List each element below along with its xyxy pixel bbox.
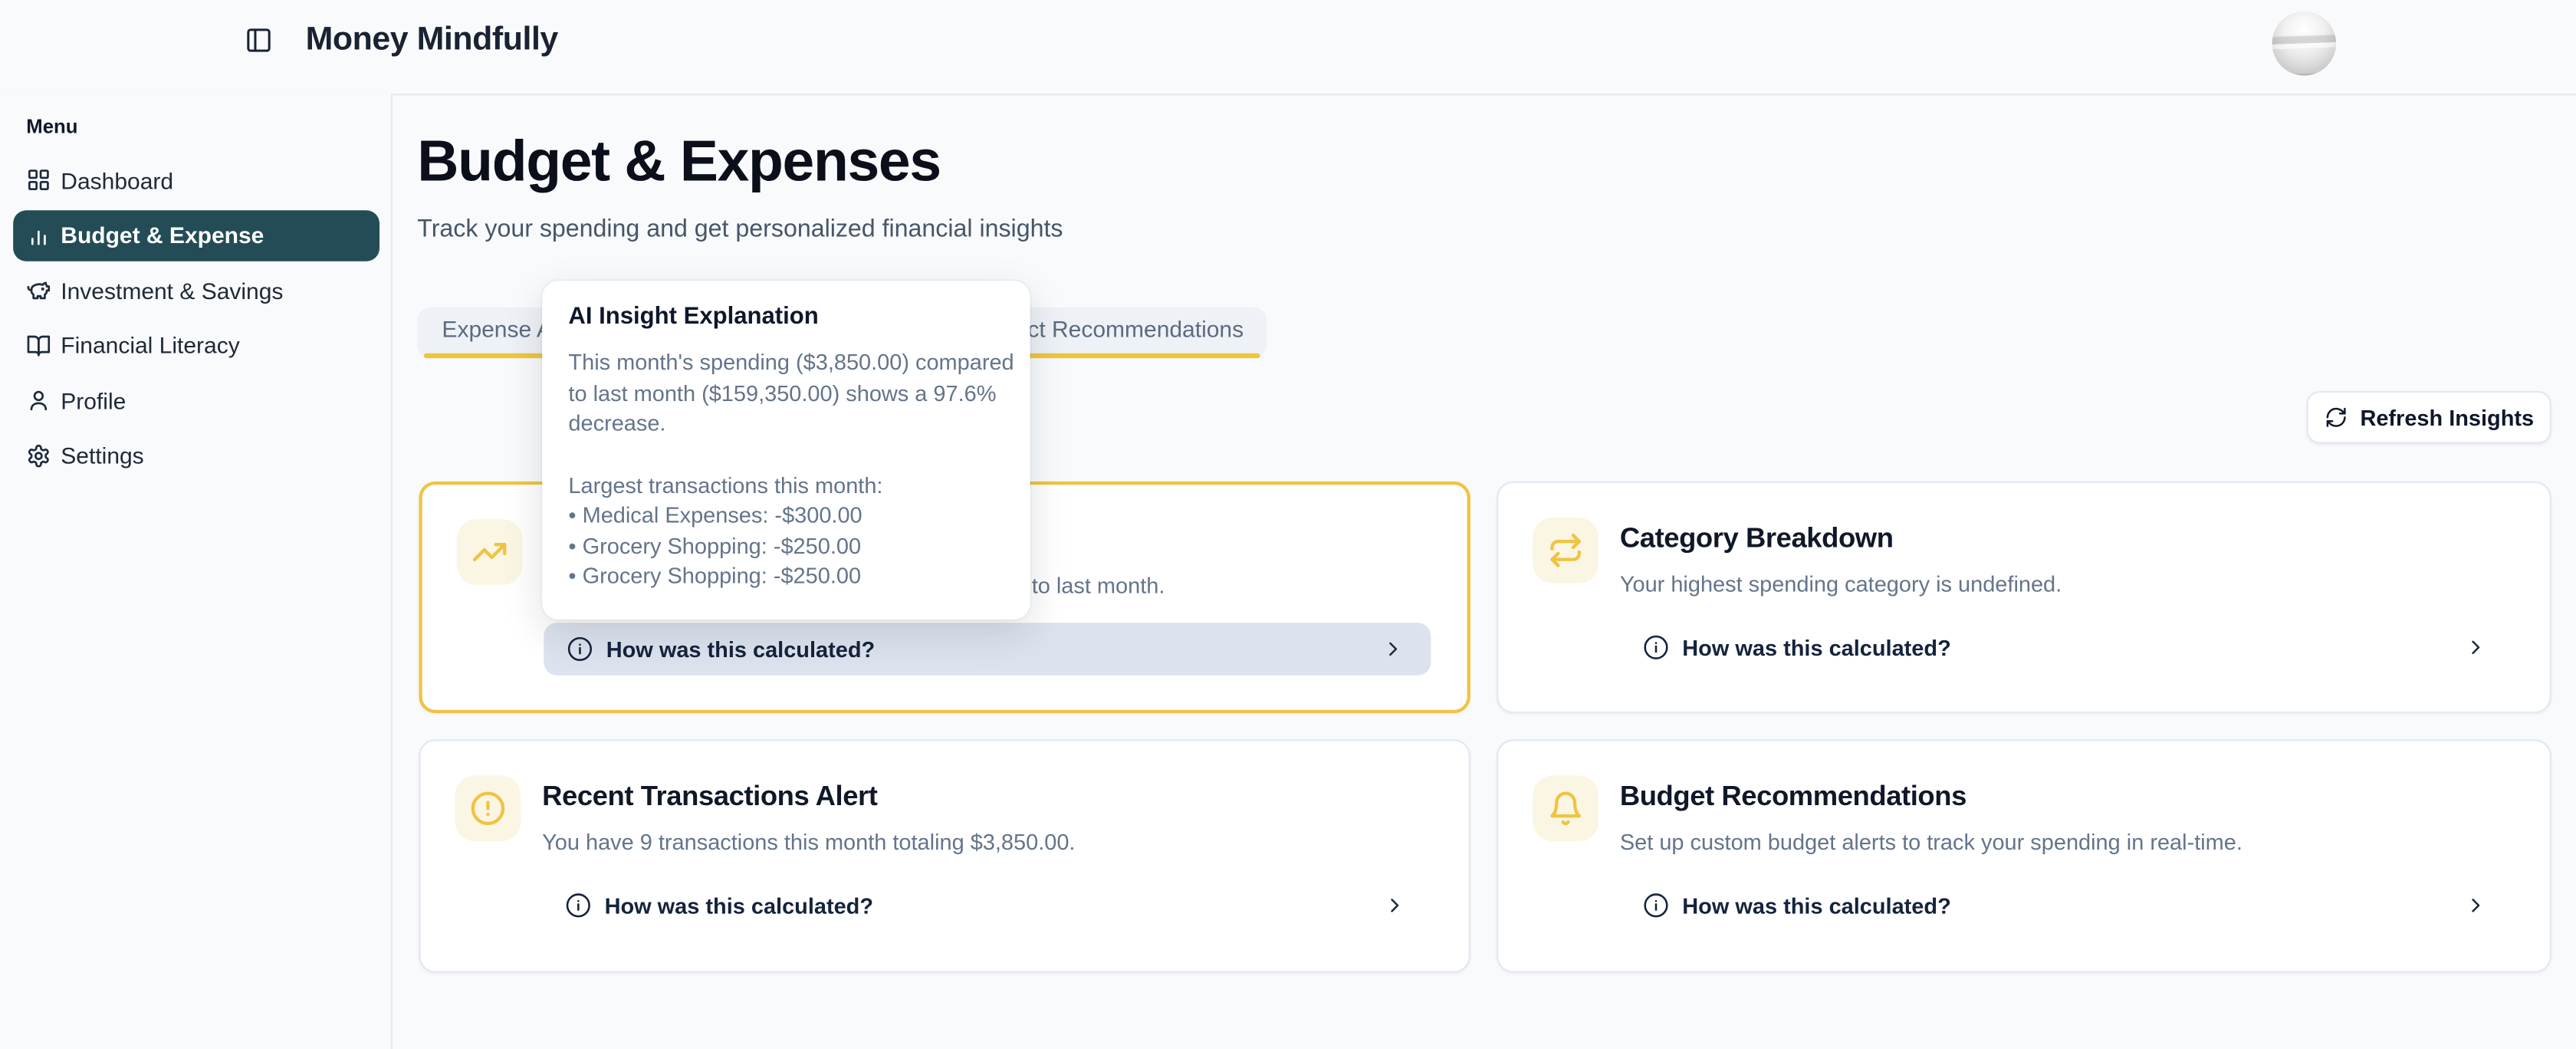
- bell-icon: [1548, 791, 1584, 827]
- ai-insight-popover: AI Insight Explanation This month's spen…: [542, 281, 1030, 619]
- how-calculated-button[interactable]: How was this calculated?: [1620, 879, 2514, 932]
- alert-circle-icon: [470, 791, 506, 827]
- how-calculated-label: How was this calculated?: [1682, 893, 1950, 918]
- sidebar-item-settings[interactable]: Settings: [13, 429, 380, 480]
- sidebar-item-label: Dashboard: [61, 167, 173, 193]
- popover-transaction-item: • Grocery Shopping: -$250.00: [568, 562, 1004, 593]
- sidebar-item-dashboard[interactable]: Dashboard: [13, 154, 380, 205]
- icon-box: [1533, 518, 1598, 584]
- card-description: Set up custom budget alerts to track you…: [1620, 830, 2242, 854]
- layout-grid-icon: [26, 168, 51, 192]
- card-description: You have 9 transactions this month total…: [542, 830, 1075, 854]
- sidebar: Menu Dashboard Budget & Expense Investme…: [0, 94, 393, 1049]
- card-description-fragment: to last month.: [1032, 574, 1165, 598]
- how-calculated-label: How was this calculated?: [606, 636, 875, 661]
- bar-chart-icon: [26, 222, 51, 247]
- trending-up-icon: [472, 534, 508, 570]
- sidebar-item-label: Settings: [61, 442, 143, 468]
- page-subtitle: Track your spending and get personalized…: [417, 215, 1063, 243]
- popover-transaction-item: • Grocery Shopping: -$250.00: [568, 531, 1004, 562]
- icon-box: [457, 519, 523, 585]
- insight-card-budget-recommendations: Budget Recommendations Set up custom bud…: [1497, 739, 2551, 972]
- sidebar-item-label: Financial Literacy: [61, 332, 239, 358]
- popover-paragraph-transactions: Largest transactions this month: • Medic…: [568, 471, 1004, 593]
- sidebar-item-financial-literacy[interactable]: Financial Literacy: [13, 320, 380, 370]
- info-icon: [1643, 893, 1669, 919]
- how-calculated-button[interactable]: How was this calculated?: [542, 879, 1432, 932]
- app-title: Money Mindfully: [306, 21, 558, 59]
- icon-box: [1533, 775, 1598, 841]
- user-icon: [26, 388, 51, 413]
- info-icon: [1643, 634, 1669, 660]
- sidebar-item-investment-savings[interactable]: Investment & Savings: [13, 265, 380, 315]
- sidebar-item-profile[interactable]: Profile: [13, 375, 380, 426]
- how-calculated-button[interactable]: How was this calculated?: [1620, 621, 2514, 674]
- sidebar-item-label: Budget & Expense: [61, 222, 264, 248]
- top-header: Money Mindfully: [0, 0, 2576, 95]
- book-open-icon: [26, 333, 51, 357]
- avatar[interactable]: [2272, 12, 2337, 76]
- chevron-right-icon: [1382, 637, 1405, 660]
- refresh-insights-button[interactable]: Refresh Insights: [2307, 391, 2551, 444]
- popover-line: Largest transactions this month:: [568, 471, 1004, 501]
- sidebar-section-label: Menu: [26, 115, 77, 138]
- popover-transaction-item: • Medical Expenses: -$300.00: [568, 501, 1004, 532]
- refresh-icon: [2324, 406, 2347, 429]
- popover-title: AI Insight Explanation: [568, 304, 1004, 330]
- app-root: Money Mindfully Menu Dashboard Budget & …: [0, 0, 2576, 1049]
- chevron-right-icon: [2464, 636, 2487, 659]
- sidebar-nav: Dashboard Budget & Expense Investment & …: [13, 154, 380, 485]
- insight-card-category-breakdown: Category Breakdown Your highest spending…: [1497, 482, 2551, 713]
- info-icon: [567, 636, 593, 662]
- sidebar-item-budget-expense[interactable]: Budget & Expense: [13, 209, 380, 260]
- piggy-bank-icon: [26, 278, 51, 302]
- gear-icon: [26, 443, 51, 468]
- insight-card-recent-transactions: Recent Transactions Alert You have 9 tra…: [419, 739, 1470, 972]
- card-description: Your highest spending category is undefi…: [1620, 572, 2062, 597]
- info-icon: [565, 893, 591, 919]
- card-title: Budget Recommendations: [1620, 781, 1967, 814]
- icon-box: [455, 775, 521, 841]
- refresh-button-label: Refresh Insights: [2360, 405, 2534, 429]
- repeat-icon: [1548, 532, 1584, 568]
- sidebar-item-label: Profile: [61, 387, 126, 413]
- sidebar-toggle-icon[interactable]: [245, 26, 272, 54]
- card-title: Category Breakdown: [1620, 522, 1894, 555]
- popover-line: to last month ($159,350.00) shows a 97.6…: [568, 379, 1004, 409]
- popover-line: This month's spending ($3,850.00) compar…: [568, 348, 1004, 379]
- sidebar-item-label: Investment & Savings: [61, 277, 283, 303]
- chevron-right-icon: [2464, 894, 2487, 917]
- how-calculated-label: How was this calculated?: [1682, 635, 1950, 659]
- chevron-right-icon: [1383, 894, 1406, 917]
- card-title: Recent Transactions Alert: [542, 781, 877, 814]
- popover-paragraph-comparison: This month's spending ($3,850.00) compar…: [568, 348, 1004, 439]
- popover-line: decrease.: [568, 409, 1004, 440]
- page-title: Budget & Expenses: [417, 130, 940, 196]
- how-calculated-button[interactable]: How was this calculated?: [544, 623, 1431, 676]
- how-calculated-label: How was this calculated?: [605, 893, 873, 918]
